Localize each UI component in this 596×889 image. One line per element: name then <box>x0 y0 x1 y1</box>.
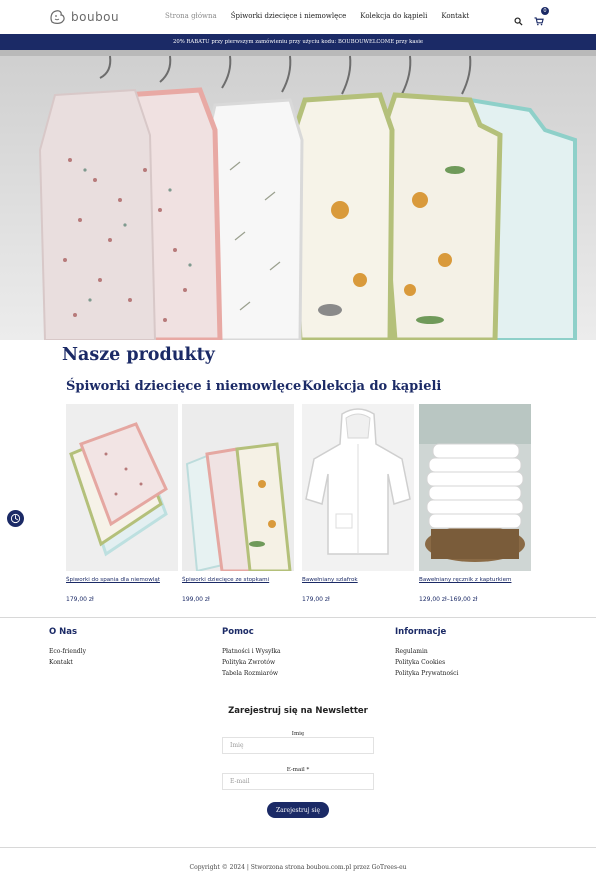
footer-link-returns-policy[interactable]: Polityka Zwrotów <box>222 657 281 668</box>
footer-column-title: O Nas <box>49 627 78 637</box>
product-price: 129,00 zł–169,00 zł <box>419 596 478 603</box>
cart-count-badge: 0 <box>541 7 549 15</box>
product-image[interactable] <box>182 404 294 571</box>
hero-sleeping-bags-illustration <box>0 50 596 340</box>
footer-column-help: Pomoc Płatności i Wysyłka Polityka Zwrot… <box>222 627 281 679</box>
product-card[interactable]: Śpiworki do spania dla niemowląt 179,00 … <box>66 404 178 603</box>
category-title-sleeping-bags: Śpiworki dziecięce i niemowlęce <box>66 379 302 394</box>
nav-item-bath-collection[interactable]: Kolekcja do kąpieli <box>360 12 427 20</box>
product-card[interactable]: Śpiworki dziecięce ze stopkami 199,00 zł <box>182 404 294 603</box>
product-card[interactable]: Bawełniany szlafrok 179,00 zł <box>302 404 414 603</box>
footer-link-payments-shipping[interactable]: Płatności i Wysyłka <box>222 646 281 657</box>
footer-link-cookies-policy[interactable]: Polityka Cookies <box>395 657 458 668</box>
hero-image <box>0 50 596 340</box>
product-image[interactable] <box>66 404 178 571</box>
product-name[interactable]: Bawełniany ręcznik z kapturkiem <box>419 577 569 583</box>
nav-item-sleeping-bags[interactable]: Śpiworki dziecięce i niemowlęce <box>231 12 347 20</box>
accessibility-icon <box>10 513 21 524</box>
product-image[interactable] <box>419 404 531 571</box>
newsletter-name-input[interactable] <box>222 737 374 754</box>
nav-item-home[interactable]: Strona główna <box>165 12 217 20</box>
category-title-bath: Kolekcja do kąpieli <box>302 379 442 394</box>
product-image[interactable] <box>302 404 414 571</box>
product-price: 179,00 zł <box>302 596 330 603</box>
product-price: 179,00 zł <box>66 596 94 603</box>
logo[interactable]: boubou <box>48 6 119 28</box>
logo-text: boubou <box>71 10 120 24</box>
footer-column-title: Informacje <box>395 627 447 637</box>
promo-bar: 20% RABATU przy pierwszym zamówieniu prz… <box>0 34 596 50</box>
copyright-divider <box>0 847 596 848</box>
newsletter-email-input[interactable] <box>222 773 374 790</box>
accessibility-badge[interactable] <box>7 510 24 527</box>
search-icon[interactable] <box>514 11 523 30</box>
footer-divider <box>0 617 596 618</box>
newsletter-title: Zarejestruj się na Newsletter <box>228 706 368 716</box>
footer-column-info: Informacje Regulamin Polityka Cookies Po… <box>395 627 458 679</box>
product-card[interactable]: Bawełniany ręcznik z kapturkiem 129,00 z… <box>419 404 531 603</box>
site-header: boubou Strona główna Śpiworki dziecięce … <box>0 0 596 34</box>
nav-item-contact[interactable]: Kontakt <box>441 12 469 20</box>
newsletter-submit-button[interactable]: Zarejestruj się <box>267 802 329 818</box>
copyright-text: Copyright © 2024 | Stworzona strona boub… <box>189 864 407 871</box>
products-section-title: Nasze produkty <box>62 345 215 365</box>
footer-link-privacy-policy[interactable]: Polityka Prywatności <box>395 668 458 679</box>
logo-icon <box>50 10 65 24</box>
footer-link-terms[interactable]: Regulamin <box>395 646 458 657</box>
promo-text: 20% RABATU przy pierwszym zamówieniu prz… <box>172 39 424 45</box>
footer-link-eco-friendly[interactable]: Eco-friendly <box>49 646 86 657</box>
footer-link-size-chart[interactable]: Tabela Rozmiarów <box>222 668 281 679</box>
product-price: 199,00 zł <box>182 596 210 603</box>
footer-link-contact[interactable]: Kontakt <box>49 657 86 668</box>
footer-column-title: Pomoc <box>222 627 254 637</box>
main-nav: Strona główna Śpiworki dziecięce i niemo… <box>165 12 469 20</box>
footer-column-about: O Nas Eco-friendly Kontakt <box>49 627 86 668</box>
